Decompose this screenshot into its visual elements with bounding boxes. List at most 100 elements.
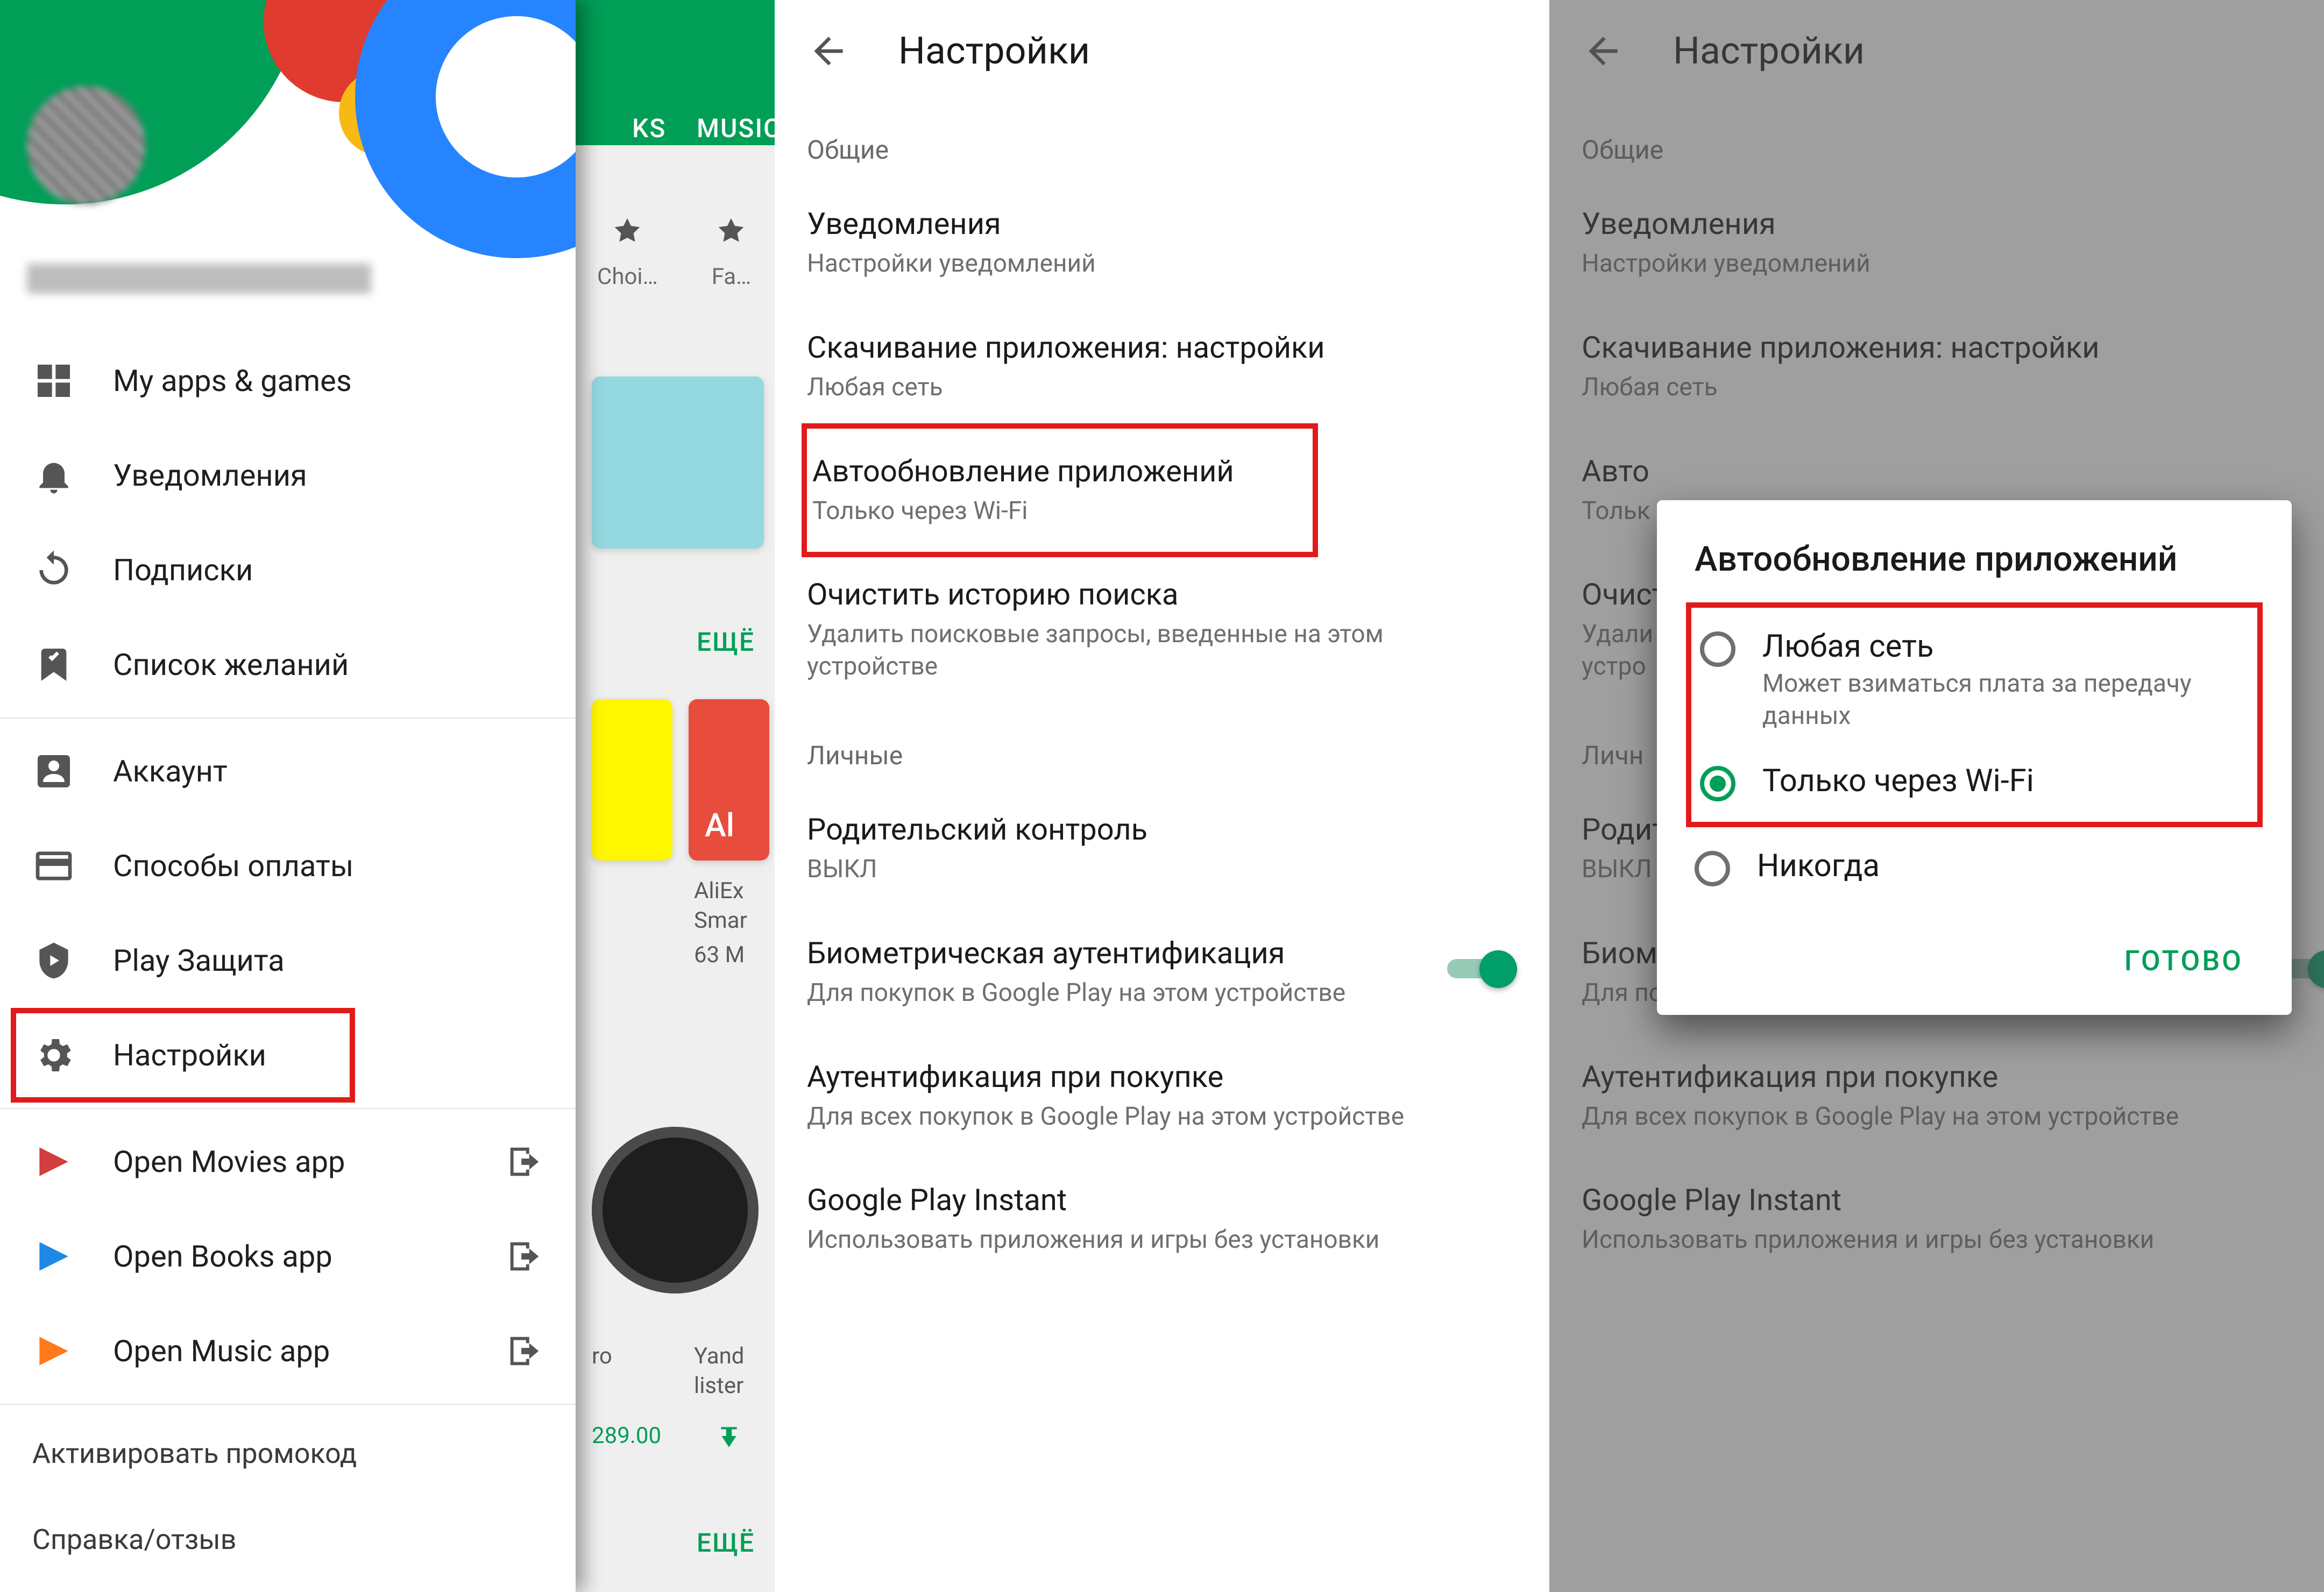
setting-secondary: Использовать приложения и игры без устан… <box>807 1224 1517 1256</box>
back-arrow-icon[interactable] <box>807 30 850 73</box>
decor-circle-blue <box>355 0 576 258</box>
setting-secondary: Любая сеть <box>807 372 1517 404</box>
store-app-card-aliexpress[interactable]: Al <box>689 699 769 861</box>
panel-drawer: KS MUSIC Choi… Fa… ЕЩЁ Al AliEx Smar <box>0 0 775 1592</box>
person-icon <box>32 750 75 793</box>
divider <box>0 717 576 719</box>
drawer-item-label: Список желаний <box>113 647 543 683</box>
settings-title: Настройки <box>898 29 1090 73</box>
avatar[interactable] <box>27 86 145 204</box>
setting-primary: Скачивание приложения: настройки <box>807 330 1517 365</box>
store-app-card-snapchat[interactable] <box>592 699 672 861</box>
store-tab-ks[interactable]: KS <box>632 113 666 144</box>
drawer-item-label: Справка/отзыв <box>32 1523 237 1556</box>
drawer-list: My apps & games Уведомления Подписки Спи… <box>0 333 576 1592</box>
setting-primary: Автообновление приложений <box>812 453 1307 489</box>
open-external-icon <box>506 1143 543 1181</box>
store-card-promo[interactable] <box>592 376 764 549</box>
drawer-header: Энакин Скайуокер <box>0 0 576 333</box>
drawer-item-settings[interactable]: Настройки <box>11 1008 355 1103</box>
drawer-item-label: Активировать промокод <box>32 1437 357 1470</box>
setting-primary: Очистить историю поиска <box>807 577 1517 612</box>
setting-biometric[interactable]: Биометрическая аутентификация Для покупо… <box>775 911 1549 1034</box>
store-tab-music[interactable]: MUSIC <box>697 113 775 144</box>
open-external-icon <box>506 1238 543 1275</box>
setting-secondary: Удалить поисковые запросы, введенные на … <box>807 619 1517 683</box>
star-icon <box>712 215 750 253</box>
biometric-toggle[interactable] <box>1447 954 1517 984</box>
section-general: Общие <box>775 102 1549 181</box>
setting-play-instant[interactable]: Google Play Instant Использовать приложе… <box>775 1157 1549 1281</box>
store-price: 289.00 <box>592 1423 661 1449</box>
drawer-item-label: Open Music app <box>113 1333 506 1369</box>
autoupdate-dialog: Автообновление приложений Любая сеть Мож… <box>1657 500 2292 1015</box>
drawer-item-open-music[interactable]: Open Music app <box>0 1304 576 1398</box>
drawer-item-my-apps[interactable]: My apps & games <box>0 333 576 428</box>
dialog-done-button[interactable]: ГОТОВО <box>2114 928 2254 993</box>
setting-secondary: Для покупок в Google Play на этом устрой… <box>807 977 1426 1010</box>
setting-download-prefs[interactable]: Скачивание приложения: настройки Любая с… <box>775 305 1549 429</box>
divider <box>0 1404 576 1405</box>
drawer-item-subscriptions[interactable]: Подписки <box>0 523 576 617</box>
drawer-item-label: My apps & games <box>113 363 543 399</box>
radio-label: Только через Wi-Fi <box>1762 763 2034 799</box>
drawer-item-label: Open Movies app <box>113 1144 506 1179</box>
drawer-item-play-protect[interactable]: Play Защита <box>0 913 576 1008</box>
store-more-link-2[interactable]: ЕЩЁ <box>697 1527 755 1558</box>
drawer-item-wishlist[interactable]: Список желаний <box>0 617 576 712</box>
dialog-radio-highlight: Любая сеть Может взиматься плата за пере… <box>1686 602 2263 827</box>
radio-icon <box>1695 851 1730 886</box>
store-chip-editors-choice[interactable]: Choi… <box>597 215 658 290</box>
settings-header: Настройки <box>775 0 1549 102</box>
divider <box>0 1108 576 1109</box>
bell-icon <box>32 454 75 497</box>
radio-option-never[interactable]: Никогда <box>1695 833 2254 901</box>
drawer-item-feedback[interactable]: Справка/отзыв <box>0 1496 576 1582</box>
drawer-item-label: Play Защита <box>113 943 543 978</box>
setting-primary: Уведомления <box>807 206 1517 241</box>
setting-clear-search[interactable]: Очистить историю поиска Удалить поисковы… <box>775 552 1549 708</box>
bookmark-icon <box>32 643 75 686</box>
setting-autoupdate[interactable]: Автообновление приложений Только через W… <box>802 423 1318 558</box>
drawer-item-account[interactable]: Аккаунт <box>0 724 576 819</box>
panel-settings: Настройки Общие Уведомления Настройки ув… <box>775 0 1549 1592</box>
radio-label: Любая сеть <box>1762 628 2249 665</box>
radio-option-any-network[interactable]: Любая сеть Может взиматься плата за пере… <box>1700 613 2249 748</box>
setting-primary: Google Play Instant <box>807 1182 1517 1218</box>
store-more-link-1[interactable]: ЕЩЁ <box>697 627 755 657</box>
user-email-blurred <box>27 264 371 294</box>
drawer-item-payments[interactable]: Способы оплаты <box>0 819 576 913</box>
radio-option-wifi-only[interactable]: Только через Wi-Fi <box>1700 748 2249 816</box>
store-app-label-2: Yand lister <box>694 1342 744 1401</box>
drawer-item-label: Open Books app <box>113 1239 506 1274</box>
drawer-item-notifications[interactable]: Уведомления <box>0 428 576 523</box>
chip-label: Choi… <box>597 264 658 290</box>
drawer-item-open-books[interactable]: Open Books app <box>0 1209 576 1304</box>
setting-parental[interactable]: Родительский контроль ВЫКЛ <box>775 787 1549 911</box>
panel-settings-dialog: Настройки Общие Уведомления Настройки ув… <box>1549 0 2324 1592</box>
setting-secondary: Только через Wi-Fi <box>812 495 1307 528</box>
drawer-item-label: Уведомления <box>113 458 543 493</box>
store-app-label-1: AliEx Smar 63 M <box>694 877 747 970</box>
section-personal: Личные <box>775 708 1549 787</box>
gear-icon <box>32 1034 75 1077</box>
card-icon <box>32 844 75 887</box>
radio-label: Никогда <box>1757 848 1880 884</box>
store-app-card-round[interactable] <box>592 1127 759 1293</box>
play-music-icon <box>32 1330 75 1373</box>
store-chip-family[interactable]: Fa… <box>712 215 751 290</box>
setting-notifications[interactable]: Уведомления Настройки уведомлений <box>775 181 1549 305</box>
award-icon <box>608 215 646 253</box>
setting-secondary: Настройки уведомлений <box>807 248 1517 280</box>
open-external-icon <box>506 1332 543 1370</box>
setting-secondary: ВЫКЛ <box>807 854 1517 886</box>
play-books-icon <box>32 1235 75 1278</box>
drawer-item-label: Аккаунт <box>113 754 543 789</box>
setting-primary: Аутентификация при покупке <box>807 1059 1517 1094</box>
radio-icon <box>1700 631 1735 667</box>
setting-auth-purchase[interactable]: Аутентификация при покупке Для всех поку… <box>775 1034 1549 1158</box>
drawer-item-open-movies[interactable]: Open Movies app <box>0 1114 576 1209</box>
play-movies-icon <box>32 1140 75 1183</box>
shield-icon <box>32 939 75 982</box>
drawer-item-promocode[interactable]: Активировать промокод <box>0 1410 576 1496</box>
